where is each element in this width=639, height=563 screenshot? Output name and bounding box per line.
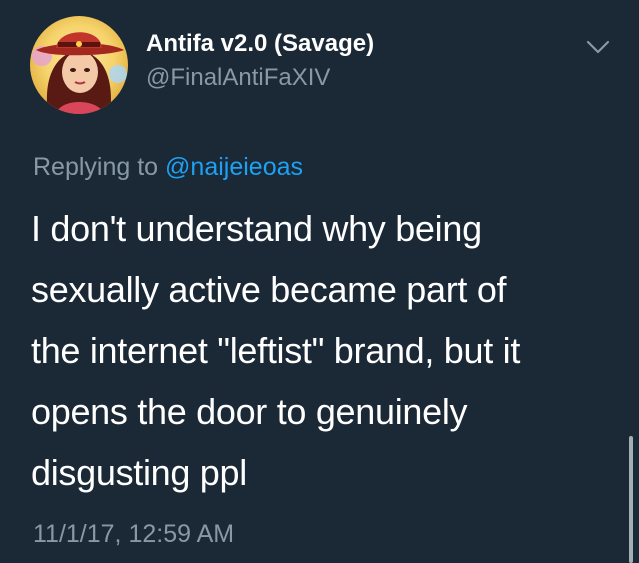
avatar[interactable] [30, 16, 128, 114]
mention-link[interactable]: @naijeieoas [165, 153, 303, 181]
replying-to-line: Replying to @naijeieoas [33, 153, 303, 182]
tweet: Antifa v2.0 (Savage) @FinalAntiFaXIV Rep… [0, 0, 639, 563]
chevron-down-icon[interactable] [584, 36, 612, 58]
timestamp[interactable]: 11/1/17, 12:59 AM [33, 520, 234, 549]
tweet-text: I don't understand why being sexually ac… [31, 208, 521, 493]
scrollbar[interactable] [629, 436, 633, 563]
user-handle[interactable]: @FinalAntiFaXIV [146, 64, 330, 92]
display-name[interactable]: Antifa v2.0 (Savage) [146, 30, 374, 58]
avatar-image [30, 16, 128, 114]
replying-to-label: Replying to [33, 153, 166, 181]
